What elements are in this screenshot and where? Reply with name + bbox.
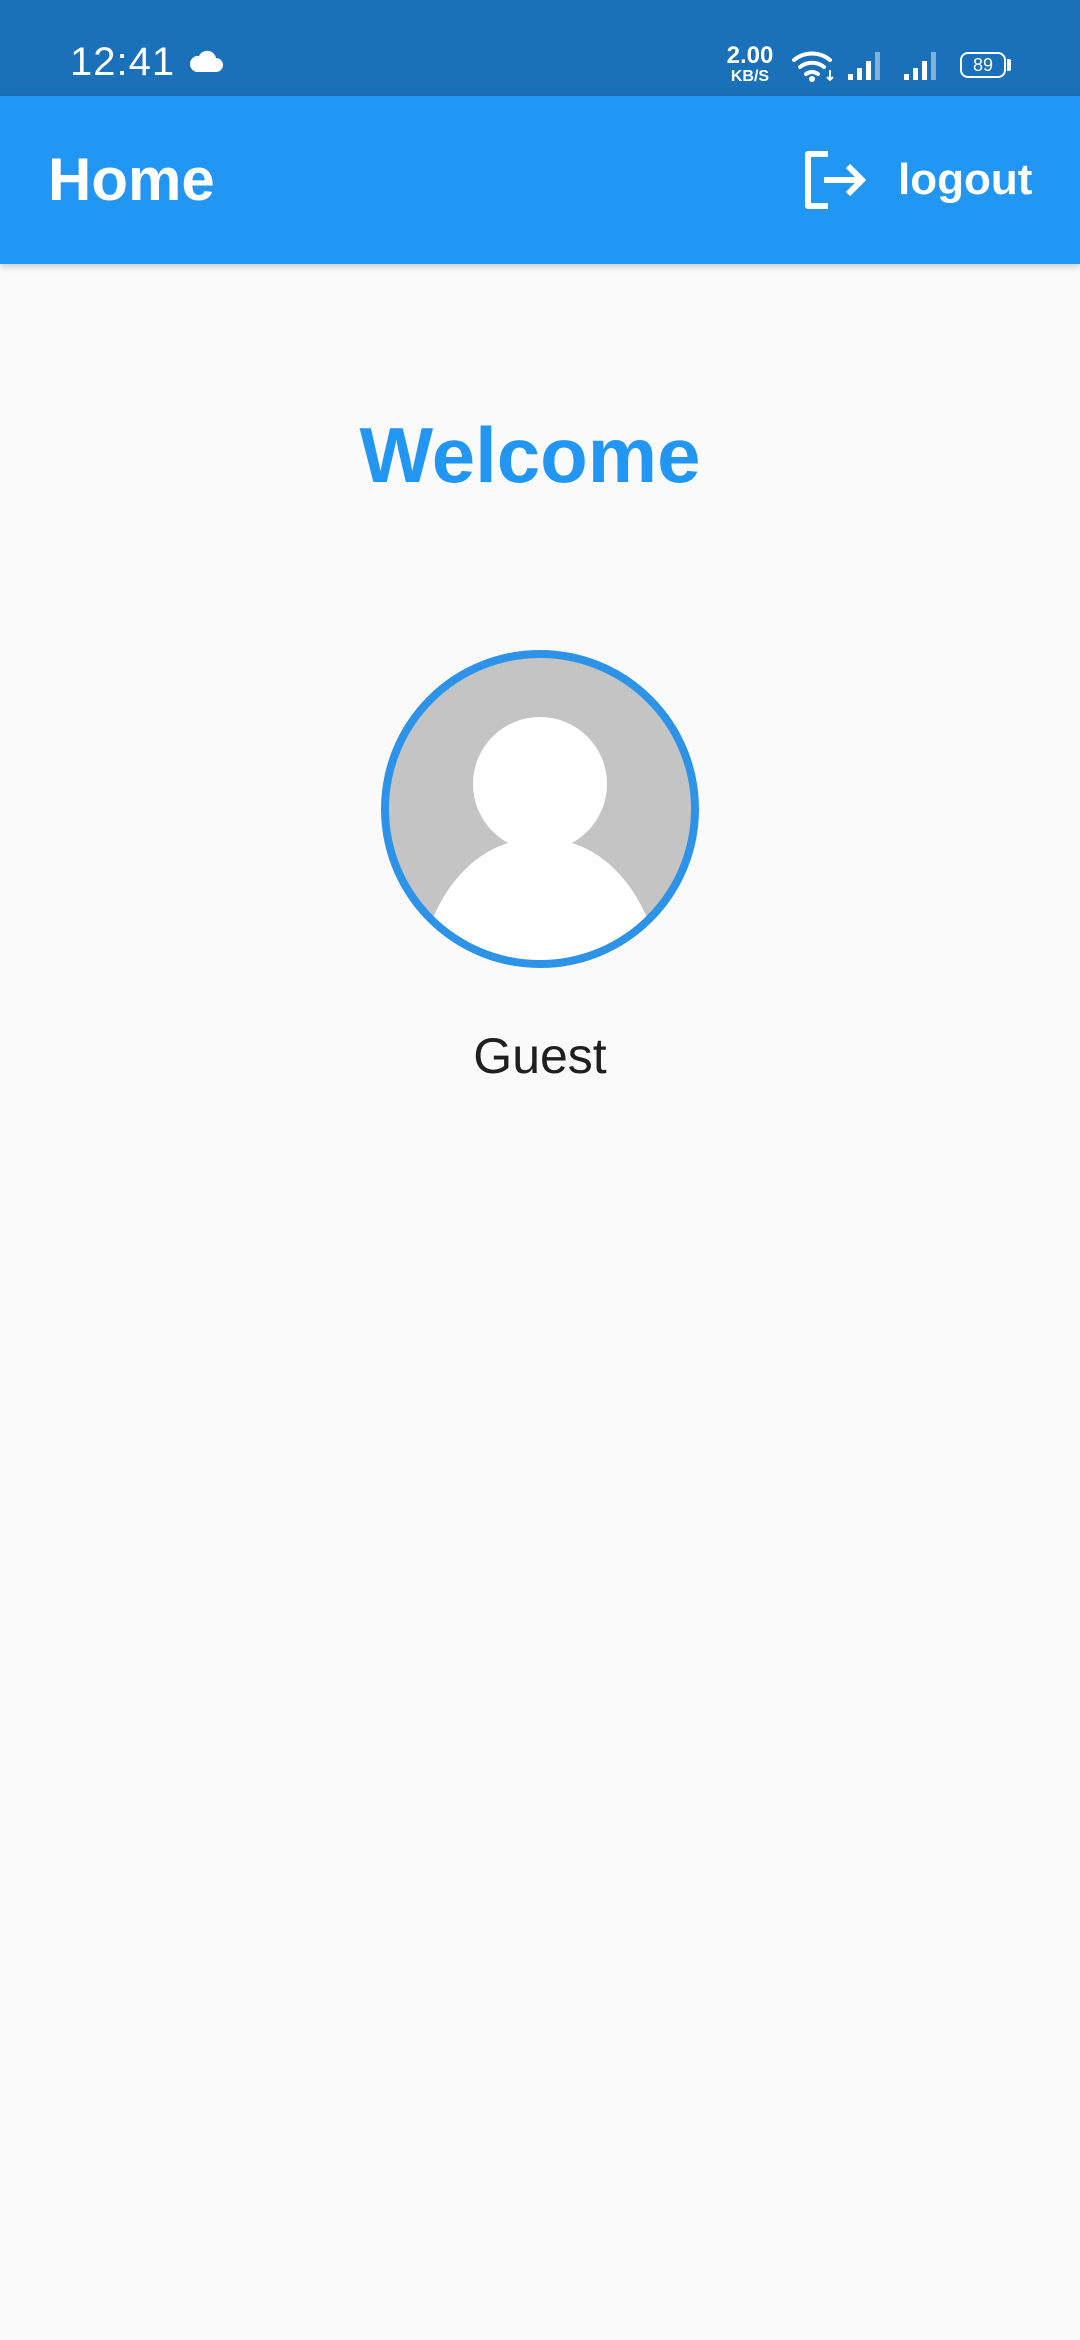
status-time: 12:41 <box>70 40 176 84</box>
network-speed-value: 2.00 <box>726 42 774 69</box>
battery-icon: 89 <box>960 52 1006 78</box>
welcome-heading: Welcome <box>359 411 701 499</box>
avatar <box>381 650 699 968</box>
logout-icon <box>805 151 867 209</box>
battery-tip <box>1007 59 1011 71</box>
logout-button[interactable]: logout <box>800 142 1050 218</box>
wifi-icon <box>792 51 834 82</box>
logout-label: logout <box>898 155 1033 204</box>
username: Guest <box>473 1028 607 1084</box>
status-bar: 12:41 2.00 KB/S 89 <box>0 0 1080 96</box>
app-bar: Home logout <box>0 96 1080 264</box>
person-icon <box>429 717 651 960</box>
home-screen: 12:41 2.00 KB/S 89 Home logout Welcome G… <box>0 0 1080 2340</box>
signal-icon <box>848 52 880 80</box>
signal-icon <box>904 52 936 80</box>
cloud-icon <box>189 50 223 72</box>
network-speed: 2.00 KB/S <box>718 44 782 85</box>
battery-level: 89 <box>972 55 994 75</box>
network-speed-unit: KB/S <box>730 68 770 85</box>
page-title: Home <box>48 146 215 213</box>
